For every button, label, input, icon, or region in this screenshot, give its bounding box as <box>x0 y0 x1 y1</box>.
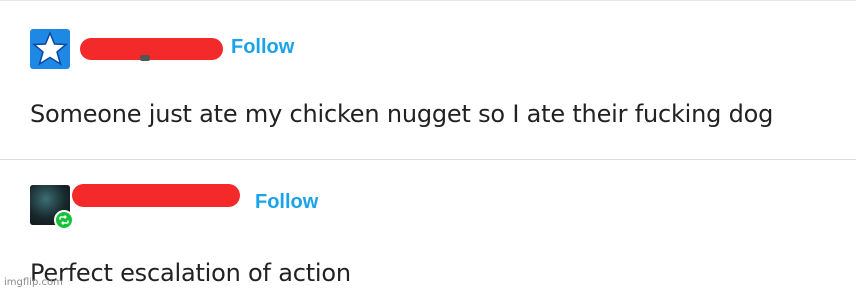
post: Follow Perfect escalation of action <box>0 159 856 291</box>
reblog-badge <box>54 210 74 230</box>
post: Follow Someone just ate my chicken nugge… <box>0 0 856 159</box>
follow-button[interactable]: Follow <box>231 36 294 59</box>
avatar[interactable] <box>30 29 70 69</box>
follow-button[interactable]: Follow <box>255 191 318 214</box>
page: Follow Someone just ate my chicken nugge… <box>0 0 856 291</box>
watermark: imgflip.com <box>4 277 63 288</box>
avatar[interactable] <box>30 185 74 230</box>
redaction-remnant <box>140 55 150 61</box>
redacted-username <box>80 38 223 60</box>
reblog-icon <box>59 215 69 225</box>
star-icon <box>32 31 68 66</box>
post-body: Perfect escalation of action <box>30 259 351 287</box>
post-body: Someone just ate my chicken nugget so I … <box>30 100 774 128</box>
redacted-username <box>72 184 240 207</box>
